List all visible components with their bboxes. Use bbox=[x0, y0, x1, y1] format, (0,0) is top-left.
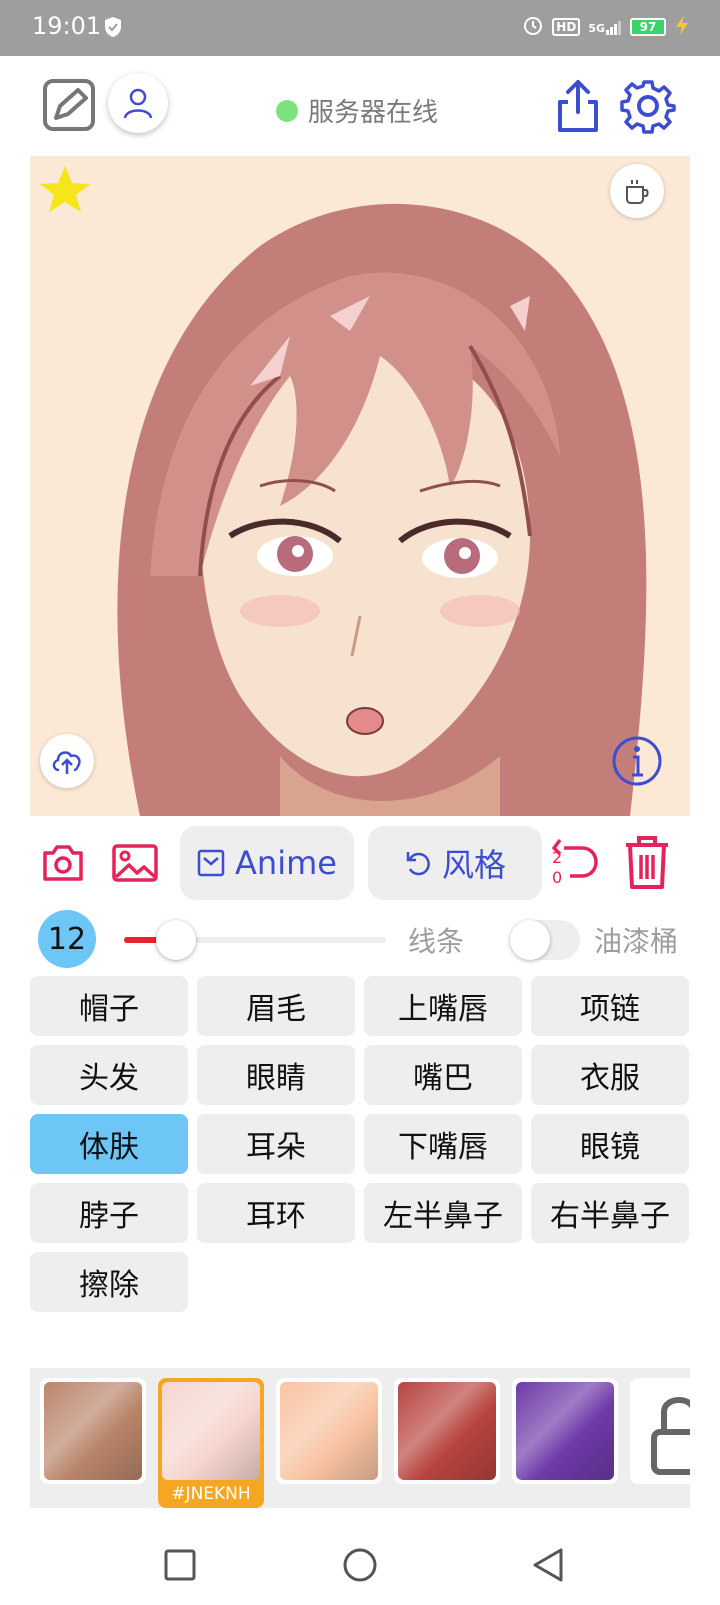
online-dot bbox=[276, 99, 298, 122]
toggle-knob bbox=[510, 920, 550, 960]
server-status: 服务器在线 bbox=[276, 92, 438, 129]
status-bar: 19:01 HD 5G 97 bbox=[0, 0, 720, 56]
part-button[interactable]: 眉毛 bbox=[197, 976, 355, 1036]
part-button[interactable]: 脖子 bbox=[30, 1183, 188, 1243]
user-icon bbox=[123, 88, 153, 119]
navigation-bar bbox=[0, 1525, 720, 1605]
battery-indicator: 97 bbox=[630, 18, 666, 36]
share-button[interactable] bbox=[552, 78, 604, 134]
part-button[interactable]: 体肤 bbox=[30, 1114, 188, 1174]
image-icon bbox=[112, 844, 158, 882]
anime-portrait-image bbox=[30, 156, 690, 816]
network-type: 5G bbox=[588, 22, 605, 35]
info-icon bbox=[612, 736, 662, 786]
trash-icon bbox=[626, 836, 668, 889]
texture-strip: #JNEKNH bbox=[30, 1368, 690, 1508]
part-button[interactable]: 眼镜 bbox=[531, 1114, 689, 1174]
texture-swatch[interactable] bbox=[630, 1378, 690, 1484]
brown-striped-texture bbox=[44, 1382, 142, 1480]
line-mode-label: 线条 bbox=[408, 925, 465, 958]
anime-mode-label: Anime bbox=[235, 844, 337, 882]
red-dark-texture bbox=[398, 1382, 496, 1480]
texture-swatch[interactable] bbox=[394, 1378, 500, 1484]
circle-icon bbox=[343, 1548, 377, 1582]
hd-icon: HD bbox=[552, 18, 581, 36]
texture-swatch[interactable]: #JNEKNH bbox=[158, 1378, 264, 1508]
home-button[interactable] bbox=[340, 1545, 380, 1585]
rotate-icon bbox=[406, 852, 430, 876]
part-button[interactable]: 嘴巴 bbox=[364, 1045, 522, 1105]
shield-icon bbox=[104, 16, 122, 44]
top-bar: 服务器在线 bbox=[0, 56, 720, 156]
part-button[interactable]: 项链 bbox=[531, 976, 689, 1036]
gallery-button[interactable] bbox=[110, 840, 160, 886]
lock-icon bbox=[651, 1397, 690, 1475]
style-button[interactable]: 风格 bbox=[368, 826, 542, 900]
camera-button[interactable] bbox=[40, 840, 86, 886]
part-button[interactable]: 右半鼻子 bbox=[531, 1183, 689, 1243]
status-time: 19:01 bbox=[32, 12, 102, 40]
upload-button[interactable] bbox=[40, 734, 94, 788]
settings-button[interactable] bbox=[620, 78, 676, 134]
style-label: 风格 bbox=[441, 846, 506, 884]
checkbox-icon bbox=[197, 849, 225, 877]
undo-count-bottom: 0 bbox=[552, 868, 563, 887]
info-button[interactable] bbox=[610, 734, 664, 788]
cloud-upload-icon bbox=[52, 751, 81, 774]
user-button[interactable] bbox=[108, 73, 168, 133]
back-button[interactable] bbox=[528, 1545, 568, 1585]
recent-apps-button[interactable] bbox=[160, 1545, 200, 1585]
brush-size-slider[interactable] bbox=[124, 920, 386, 960]
bucket-toggle[interactable] bbox=[510, 920, 580, 960]
purple-texture bbox=[516, 1382, 614, 1480]
texture-swatch[interactable] bbox=[40, 1378, 146, 1484]
square-icon bbox=[164, 1549, 196, 1581]
alarm-icon bbox=[522, 14, 544, 40]
edit-toolbar: Anime 风格 2 0 bbox=[30, 826, 690, 902]
part-button[interactable]: 左半鼻子 bbox=[364, 1183, 522, 1243]
texture-swatch[interactable] bbox=[276, 1378, 382, 1484]
pale-pink-texture bbox=[162, 1382, 260, 1480]
drawing-canvas[interactable] bbox=[30, 156, 690, 816]
part-button[interactable]: 耳环 bbox=[197, 1183, 355, 1243]
brush-size-indicator: 12 bbox=[38, 910, 96, 968]
undo-button[interactable]: 2 0 bbox=[550, 826, 600, 896]
server-status-label: 服务器在线 bbox=[308, 98, 439, 128]
part-button[interactable]: 擦除 bbox=[30, 1252, 188, 1312]
part-button[interactable]: 下嘴唇 bbox=[364, 1114, 522, 1174]
coffee-icon bbox=[626, 180, 649, 204]
charging-icon bbox=[674, 14, 690, 40]
signal-icon: 5G bbox=[588, 19, 622, 35]
edit-mode-button[interactable] bbox=[42, 78, 96, 132]
peach-texture bbox=[280, 1382, 378, 1480]
part-button[interactable]: 上嘴唇 bbox=[364, 976, 522, 1036]
part-button[interactable]: 眼睛 bbox=[197, 1045, 355, 1105]
anime-mode-button[interactable]: Anime bbox=[180, 826, 354, 900]
gear-icon bbox=[620, 80, 676, 134]
texture-swatch[interactable] bbox=[512, 1378, 618, 1484]
part-button[interactable]: 头发 bbox=[30, 1045, 188, 1105]
share-icon bbox=[558, 80, 598, 132]
triangle-back-icon bbox=[533, 1548, 563, 1582]
undo-count-top: 2 bbox=[552, 848, 563, 867]
texture-code-label: #JNEKNH bbox=[171, 1484, 251, 1504]
coffee-button[interactable] bbox=[610, 164, 664, 218]
brush-settings: 12 线条 油漆桶 bbox=[38, 910, 698, 970]
slider-thumb[interactable] bbox=[156, 920, 197, 960]
part-button[interactable]: 帽子 bbox=[30, 976, 188, 1036]
camera-icon bbox=[43, 845, 83, 881]
paint-bucket-label: 油漆桶 bbox=[594, 925, 679, 958]
lock-texture bbox=[634, 1382, 690, 1480]
delete-button[interactable] bbox=[620, 832, 674, 892]
part-button[interactable]: 耳朵 bbox=[197, 1114, 355, 1174]
part-button[interactable]: 衣服 bbox=[531, 1045, 689, 1105]
